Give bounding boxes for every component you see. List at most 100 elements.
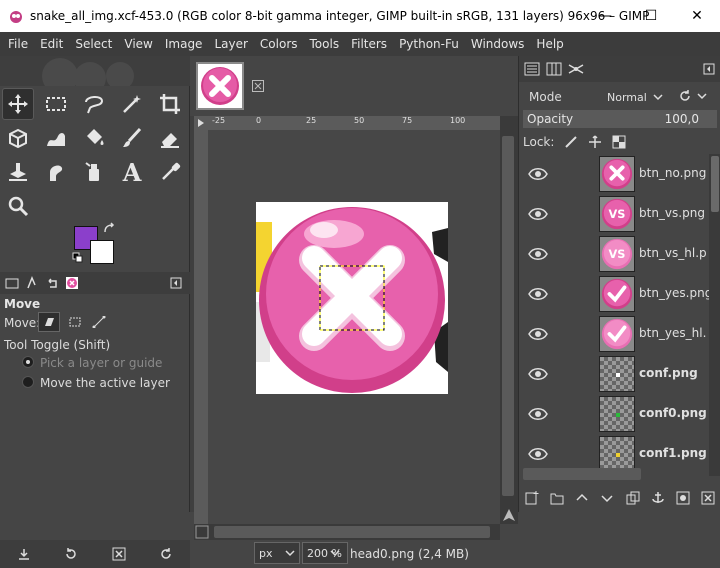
move-active-layer-radio[interactable] <box>22 376 34 388</box>
menu-view[interactable]: View <box>118 32 158 56</box>
raise-layer-icon[interactable] <box>574 490 590 506</box>
layer-list[interactable]: btn_no.png VS btn_vs.png VS btn_vs_hl.p … <box>519 154 709 476</box>
color-picker-tool-icon[interactable] <box>154 156 186 188</box>
ruler-tick-label: -25 <box>212 116 226 125</box>
move-selection-button[interactable] <box>64 312 86 332</box>
layers-dock-menu-icon[interactable] <box>703 63 715 75</box>
visibility-eye-icon[interactable] <box>527 444 549 464</box>
navigate-icon[interactable] <box>502 508 516 522</box>
lock-pixels-icon[interactable] <box>564 135 578 149</box>
bucket-fill-tool-icon[interactable] <box>78 122 110 154</box>
layer-row[interactable]: conf.png <box>519 354 709 394</box>
undo-history-tab-icon[interactable] <box>42 273 62 293</box>
rect-select-tool-icon[interactable] <box>40 88 72 120</box>
layers-scrollbar[interactable] <box>709 154 720 476</box>
layer-thumbnail <box>599 436 635 472</box>
free-select-tool-icon[interactable] <box>78 88 110 120</box>
move-tool-icon[interactable] <box>2 88 34 120</box>
crop-tool-icon[interactable] <box>154 88 186 120</box>
move-layer-button[interactable] <box>38 312 60 332</box>
swap-colors-icon[interactable] <box>102 222 116 236</box>
dock-menu-icon[interactable] <box>166 273 186 293</box>
mode-select[interactable]: Normal <box>603 86 673 108</box>
layers-horizontal-scrollbar[interactable] <box>523 468 641 480</box>
text-tool-icon[interactable]: A <box>116 156 148 188</box>
image-tab-thumbnail[interactable] <box>196 62 244 110</box>
menu-edit[interactable]: Edit <box>34 32 69 56</box>
visibility-eye-icon[interactable] <box>527 244 549 264</box>
reset-options-icon[interactable] <box>158 546 174 562</box>
eraser-tool-icon[interactable] <box>154 122 186 154</box>
layer-row[interactable]: conf0.png <box>519 394 709 434</box>
layer-row[interactable]: btn_yes_hl. <box>519 314 709 354</box>
layers-tab-icon[interactable] <box>523 60 541 78</box>
layer-row[interactable]: VS btn_vs.png <box>519 194 709 234</box>
tool-options-tab-icon[interactable] <box>2 273 22 293</box>
paths-tab-icon[interactable] <box>567 60 585 78</box>
pick-layer-radio[interactable] <box>22 356 34 368</box>
horizontal-scrollbar[interactable] <box>194 524 500 540</box>
move-path-button[interactable] <box>88 312 110 332</box>
layer-row[interactable]: btn_yes.png <box>519 274 709 314</box>
warp-transform-tool-icon[interactable] <box>40 122 72 154</box>
menu-select[interactable]: Select <box>69 32 118 56</box>
background-color-swatch[interactable] <box>90 240 114 264</box>
zoom-dropdown[interactable] <box>330 546 340 560</box>
menu-python-fu[interactable]: Python-Fu <box>393 32 465 56</box>
delete-options-icon[interactable] <box>111 546 127 562</box>
menu-help[interactable]: Help <box>530 32 569 56</box>
menu-filters[interactable]: Filters <box>345 32 393 56</box>
menu-file[interactable]: File <box>2 32 34 56</box>
unit-select[interactable]: px <box>254 542 300 564</box>
menu-tools[interactable]: Tools <box>304 32 346 56</box>
toolbox-panel: A Move Move: Tool Toggle (Shift) Pick a … <box>0 56 190 568</box>
minimize-button[interactable]: — <box>582 0 628 32</box>
close-button[interactable]: ✕ <box>674 0 720 32</box>
paintbrush-tool-icon[interactable] <box>116 122 148 154</box>
lock-position-icon[interactable] <box>588 135 602 149</box>
new-layer-group-icon[interactable] <box>549 490 565 506</box>
visibility-eye-icon[interactable] <box>527 324 549 344</box>
restore-options-icon[interactable] <box>63 546 79 562</box>
menu-colors[interactable]: Colors <box>254 32 304 56</box>
duplicate-layer-icon[interactable] <box>625 490 641 506</box>
new-layer-icon[interactable] <box>524 490 540 506</box>
layer-row[interactable]: btn_no.png <box>519 154 709 194</box>
delete-layer-icon[interactable] <box>700 490 716 506</box>
save-options-icon[interactable] <box>16 546 32 562</box>
visibility-eye-icon[interactable] <box>527 164 549 184</box>
3d-transform-tool-icon[interactable] <box>2 122 34 154</box>
close-image-tab-icon[interactable] <box>252 80 264 92</box>
zoom-tool-icon[interactable] <box>2 190 34 222</box>
opacity-slider[interactable]: Opacity 100,0 <box>523 110 717 128</box>
clone-tool-icon[interactable] <box>2 156 34 188</box>
image-canvas[interactable] <box>256 202 448 394</box>
visibility-eye-icon[interactable] <box>527 204 549 224</box>
images-tab-icon[interactable] <box>62 273 82 293</box>
default-colors-icon[interactable] <box>72 252 84 264</box>
ruler-corner[interactable] <box>194 116 208 130</box>
visibility-eye-icon[interactable] <box>527 284 549 304</box>
smudge-tool-icon[interactable] <box>40 156 72 188</box>
status-bar: px 200 % head0.png (2,4 MB) <box>190 540 518 568</box>
device-status-tab-icon[interactable] <box>22 273 42 293</box>
channels-tab-icon[interactable] <box>545 60 563 78</box>
fuzzy-select-tool-icon[interactable] <box>116 88 148 120</box>
menu-layer[interactable]: Layer <box>208 32 253 56</box>
composite-mode-button[interactable] <box>677 88 707 104</box>
lock-alpha-icon[interactable] <box>612 135 626 149</box>
menu-image[interactable]: Image <box>159 32 209 56</box>
anchor-layer-icon[interactable] <box>650 490 666 506</box>
vertical-scrollbar[interactable] <box>500 116 518 524</box>
visibility-eye-icon[interactable] <box>527 404 549 424</box>
maximize-button[interactable]: ☐ <box>628 0 674 32</box>
canvas-viewport[interactable] <box>208 130 500 524</box>
quick-mask-icon[interactable] <box>195 525 209 539</box>
dodge-burn-tool-icon[interactable] <box>78 156 110 188</box>
visibility-eye-icon[interactable] <box>527 364 549 384</box>
layer-row[interactable]: VS btn_vs_hl.p <box>519 234 709 274</box>
zoom-select[interactable]: 200 % <box>302 542 348 564</box>
menu-windows[interactable]: Windows <box>465 32 531 56</box>
lower-layer-icon[interactable] <box>599 490 615 506</box>
mask-layer-icon[interactable] <box>675 490 691 506</box>
